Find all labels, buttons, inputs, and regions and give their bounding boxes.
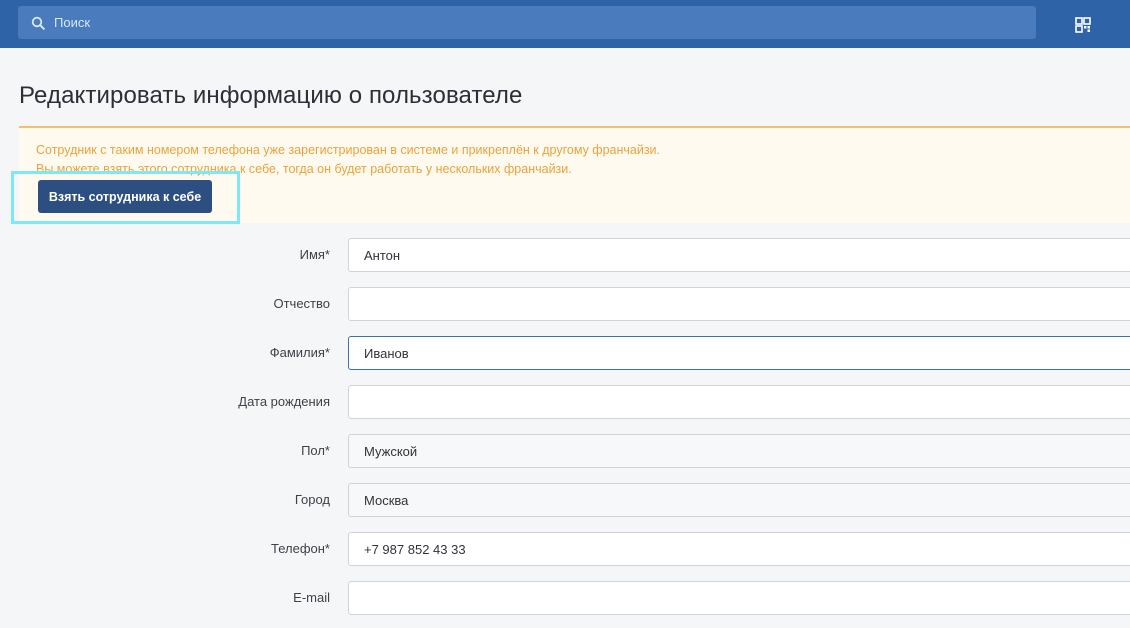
first-name-field[interactable] [348,238,1130,272]
field-row-middle-name: Отчество [0,287,1130,321]
search-placeholder: Поиск [54,15,91,30]
last-name-field[interactable] [348,336,1130,370]
field-row-first-name: Имя* [0,238,1130,272]
gender-select[interactable] [348,434,1130,468]
alert-message-line-2: Вы можете взять этого сотрудника к себе,… [36,162,572,176]
birth-date-field[interactable] [348,385,1130,419]
page-title: Редактировать информацию о пользователе [19,82,523,109]
alert-message-line-1: Сотрудник с таким номером телефона уже з… [36,143,661,157]
middle-name-field[interactable] [348,287,1130,321]
gender-label: Пол* [301,443,330,458]
qr-code-icon[interactable] [1075,17,1091,33]
top-bar: Поиск [0,0,1130,48]
search-icon [31,16,45,30]
birth-date-label: Дата рождения [238,394,330,409]
take-employee-button[interactable]: Взять сотрудника к себе [38,180,212,213]
middle-name-label: Отчество [273,296,330,311]
email-field[interactable] [348,581,1130,615]
field-row-phone: Телефон* [0,532,1130,566]
duplicate-phone-alert: Сотрудник с таким номером телефона уже з… [19,126,1130,223]
search-bar[interactable]: Поиск [18,6,1036,39]
field-row-last-name: Фамилия* [0,336,1130,370]
field-row-city: Город [0,483,1130,517]
phone-label: Телефон* [271,541,330,556]
email-label: E-mail [293,590,330,605]
field-row-birth-date: Дата рождения [0,385,1130,419]
field-row-email: E-mail [0,581,1130,615]
field-row-gender: Пол* [0,434,1130,468]
first-name-label: Имя* [299,247,330,262]
city-select[interactable] [348,483,1130,517]
city-label: Город [294,492,330,507]
phone-field[interactable] [348,532,1130,566]
last-name-label: Фамилия* [269,345,330,360]
